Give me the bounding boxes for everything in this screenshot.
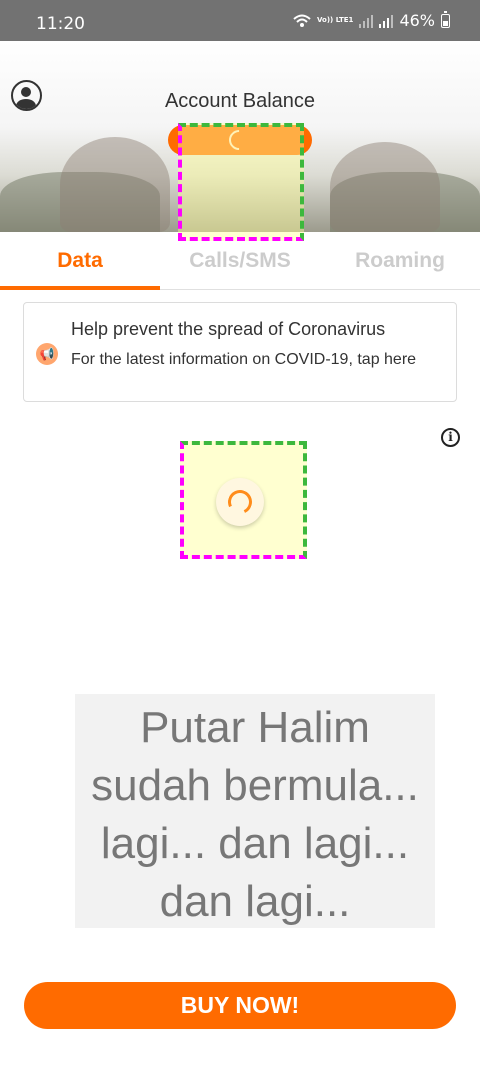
data-loader bbox=[216, 478, 264, 526]
tab-bar: Data Calls/SMS Roaming bbox=[0, 232, 480, 290]
status-time: 11:20 bbox=[36, 14, 85, 34]
status-bar: 11:20 Vo)) LTE1 46% bbox=[0, 0, 480, 41]
network-label: Vo)) LTE1 bbox=[317, 16, 354, 24]
battery-icon bbox=[441, 10, 450, 28]
tab-roaming[interactable]: Roaming bbox=[320, 232, 480, 290]
tab-data[interactable]: Data bbox=[0, 232, 160, 290]
wifi-icon bbox=[293, 14, 311, 27]
loading-spinner-icon bbox=[224, 486, 256, 518]
tab-calls-sms[interactable]: Calls/SMS bbox=[160, 232, 320, 290]
buy-now-button[interactable]: BUY NOW! bbox=[24, 982, 456, 1029]
highlight-box bbox=[178, 123, 304, 241]
covid-notice-card[interactable]: 📢 Help prevent the spread of Coronavirus… bbox=[23, 302, 457, 402]
notice-title: Help prevent the spread of Coronavirus bbox=[71, 319, 386, 339]
megaphone-icon: 📢 bbox=[36, 343, 58, 365]
signal-icon-2 bbox=[379, 14, 394, 28]
notice-description: For the latest information on COVID-19, … bbox=[71, 351, 417, 368]
status-icons: Vo)) LTE1 46% bbox=[293, 10, 450, 30]
account-balance-label: Account Balance bbox=[164, 90, 316, 112]
info-icon[interactable]: i bbox=[441, 428, 460, 447]
promo-banner[interactable]: Putar Halim sudah bermula... lagi... dan… bbox=[75, 694, 435, 928]
battery-percent: 46% bbox=[399, 11, 435, 30]
signal-icon bbox=[359, 14, 374, 28]
